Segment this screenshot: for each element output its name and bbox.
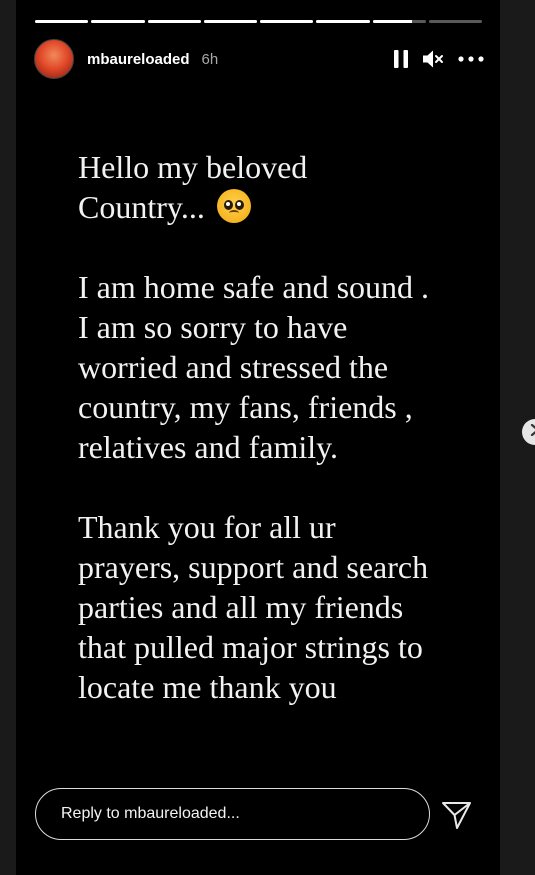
- progress-segment: [91, 20, 145, 23]
- progress-segment: [428, 20, 482, 23]
- progress-fill: [260, 20, 314, 23]
- progress-fill: [316, 20, 370, 23]
- story-paragraph-1: Hello my beloved Country...: [78, 147, 508, 227]
- username[interactable]: mbaureloaded: [87, 51, 190, 68]
- progress-segment: [203, 20, 257, 23]
- story-line: Hello my beloved: [78, 149, 308, 185]
- reply-placeholder: Reply to mbaureloaded...: [61, 805, 240, 822]
- post-time: 6h: [201, 50, 219, 68]
- progress-fill: [372, 20, 413, 23]
- more-options-icon[interactable]: [458, 56, 484, 62]
- pause-icon[interactable]: [394, 50, 408, 68]
- progress-segment: [147, 20, 201, 23]
- story-line: locate me thank you: [78, 669, 337, 705]
- story-controls: [394, 49, 484, 69]
- progress-fill: [147, 20, 201, 23]
- story-line: Thank you for all ur: [78, 509, 336, 545]
- story-paragraph-3: Thank you for all ur prayers, support an…: [78, 507, 508, 707]
- story-text: Hello my beloved Country... I am home sa…: [78, 147, 508, 707]
- progress-segment: [372, 20, 426, 23]
- story-line: I am home safe and sound .: [78, 269, 430, 305]
- progress-segment: [260, 20, 314, 23]
- progress-fill: [35, 20, 89, 23]
- reply-input[interactable]: Reply to mbaureloaded...: [35, 788, 430, 840]
- story-line: Country...: [78, 189, 205, 225]
- next-story-button[interactable]: [522, 419, 535, 445]
- story-line: that pulled major strings to: [78, 629, 423, 665]
- story-line: prayers, support and search: [78, 549, 429, 585]
- send-icon[interactable]: [441, 800, 473, 830]
- avatar[interactable]: [34, 39, 74, 79]
- pleading-face-emoji: [216, 189, 251, 223]
- progress-fill: [91, 20, 145, 23]
- story-progress-bar: [35, 20, 482, 23]
- progress-segment: [316, 20, 370, 23]
- story-line: I am so sorry to have: [78, 309, 348, 345]
- story-line: parties and all my friends: [78, 589, 404, 625]
- progress-fill: [203, 20, 257, 23]
- progress-segment: [35, 20, 89, 23]
- chevron-right-icon: [530, 423, 535, 441]
- story-line: worried and stressed the: [78, 349, 389, 385]
- story-paragraph-2: I am home safe and sound . I am so sorry…: [78, 267, 508, 467]
- story-viewer: mbaureloaded 6h Hello my beloved Country…: [16, 0, 500, 875]
- muted-speaker-icon[interactable]: [422, 49, 444, 69]
- story-line: country, my fans, friends ,: [78, 389, 413, 425]
- story-line: relatives and family.: [78, 429, 339, 465]
- story-header: mbaureloaded 6h: [34, 38, 484, 80]
